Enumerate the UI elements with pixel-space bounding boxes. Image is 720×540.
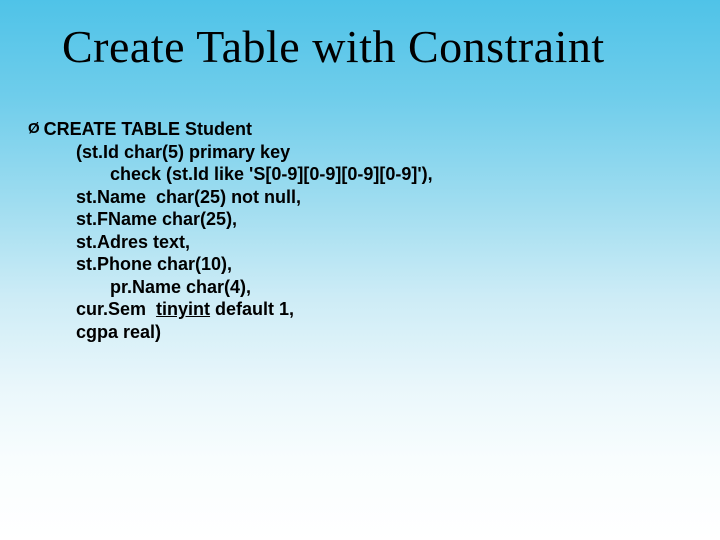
- code-line-2: check (st.Id like 'S[0-9][0-9][0-9][0-9]…: [28, 163, 433, 186]
- code-line-0: Ø CREATE TABLE Student: [28, 118, 433, 141]
- code-line-8: cur.Sem tinyint default 1,: [28, 298, 433, 321]
- code-line-9: cgpa real): [28, 321, 433, 344]
- code-line-1: (st.Id char(5) primary key: [28, 141, 433, 164]
- code-line-7: pr.Name char(4),: [28, 276, 433, 299]
- code-line-6: st.Phone char(10),: [28, 253, 433, 276]
- code-line-4: st.FName char(25),: [28, 208, 433, 231]
- code-text-8a: cur.Sem: [76, 299, 156, 319]
- slide-body: Ø CREATE TABLE Student (st.Id char(5) pr…: [28, 118, 433, 343]
- code-line-5: st.Adres text,: [28, 231, 433, 254]
- bullet-icon: Ø: [28, 118, 40, 140]
- keyword-tinyint: tinyint: [156, 299, 210, 319]
- code-text-8c: default 1,: [210, 299, 294, 319]
- code-text: CREATE TABLE Student: [44, 118, 252, 141]
- slide-title: Create Table with Constraint: [62, 20, 605, 73]
- code-line-3: st.Name char(25) not null,: [28, 186, 433, 209]
